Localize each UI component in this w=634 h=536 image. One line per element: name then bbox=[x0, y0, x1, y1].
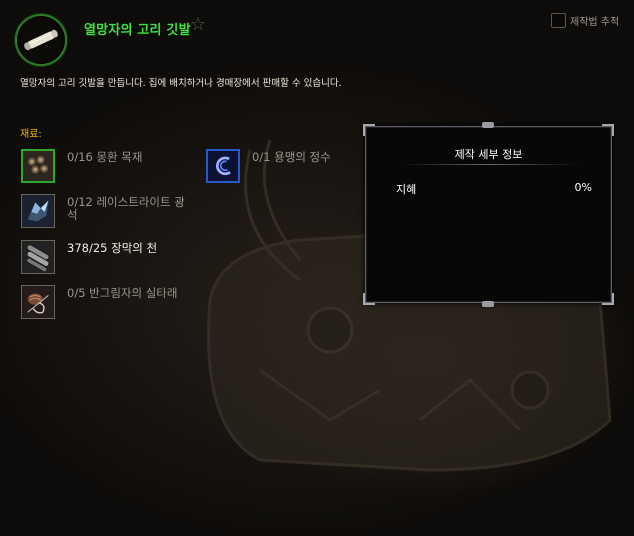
reagent-label: 0/1 용맹의 정수 bbox=[252, 150, 331, 164]
frame-ornament bbox=[482, 301, 494, 307]
details-title: 제작 세부 정보 bbox=[454, 148, 523, 161]
cloth-bolt-icon[interactable] bbox=[21, 240, 55, 274]
reagents-heading: 재료: bbox=[20, 129, 42, 140]
log-pile-icon[interactable] bbox=[21, 149, 55, 183]
divider bbox=[400, 164, 580, 165]
ore-crystal-icon[interactable] bbox=[21, 194, 55, 228]
track-recipe-checkbox[interactable] bbox=[551, 13, 566, 28]
reagent-label: 0/16 몽환 목재 bbox=[67, 150, 143, 164]
thread-spool-icon[interactable] bbox=[21, 285, 55, 319]
reagent-label: 0/5 반그림자의 실타래 bbox=[67, 286, 178, 300]
stat-value: 0% bbox=[574, 181, 592, 194]
swirl-essence-icon[interactable] bbox=[206, 149, 240, 183]
reagent-label: 0/12 레이스트라이트 광석 bbox=[67, 195, 185, 222]
rolled-banner-icon bbox=[24, 29, 58, 51]
reagent-label: 378/25 장막의 천 bbox=[67, 241, 158, 255]
frame-ornament bbox=[482, 122, 494, 128]
recipe-description: 열망자의 고리 깃발을 만듭니다. 집에 배치하거나 경매장에서 판매할 수 있… bbox=[20, 78, 342, 89]
recipe-icon bbox=[17, 16, 65, 64]
crafting-details-panel: 제작 세부 정보 지혜 0% bbox=[363, 122, 614, 307]
recipe-title[interactable]: 열망자의 고리 깃발 bbox=[84, 19, 191, 38]
track-recipe-label[interactable]: 제작법 추적 bbox=[570, 13, 619, 28]
favorite-star-icon[interactable]: ☆ bbox=[190, 16, 206, 34]
stat-name: 지혜 bbox=[396, 183, 417, 196]
